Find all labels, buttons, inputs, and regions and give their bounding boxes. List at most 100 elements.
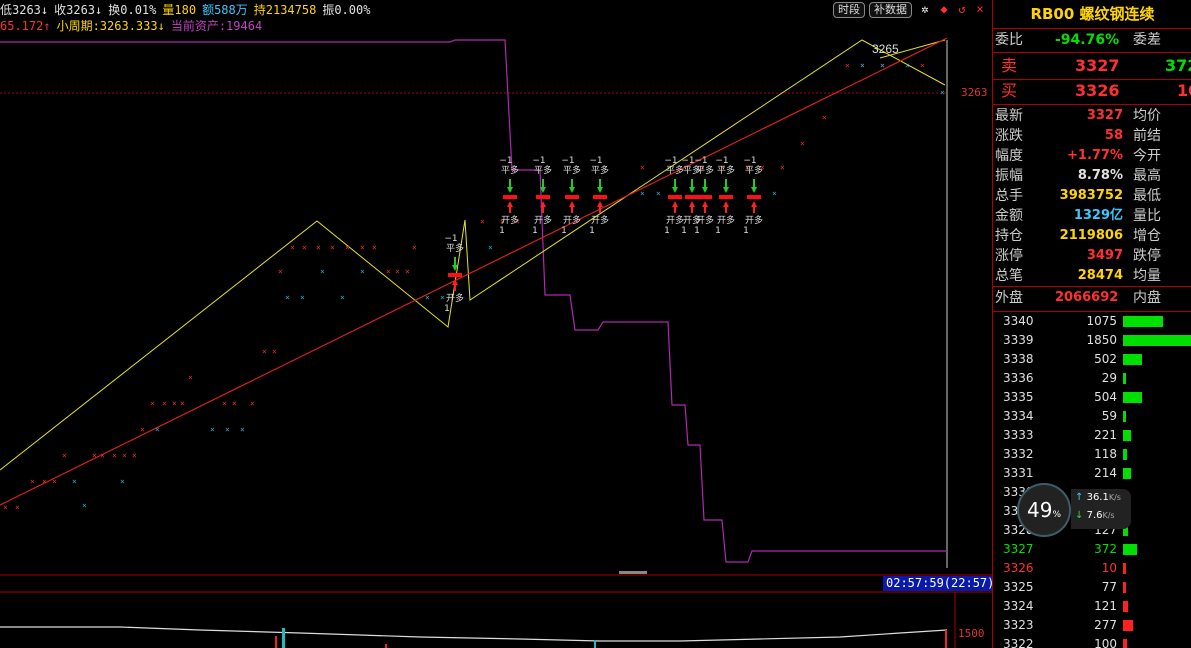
- restore-icon[interactable]: ↺: [955, 2, 969, 16]
- quote-label-2: 量比: [1133, 208, 1161, 224]
- ladder-row[interactable]: 3322 100: [993, 635, 1191, 648]
- flat-long-label: 平多: [446, 242, 464, 254]
- trade-marker[interactable]: [593, 195, 607, 199]
- sell-arrow-icon[interactable]: [689, 179, 695, 193]
- period-button[interactable]: 时段: [833, 2, 865, 18]
- trade-marker[interactable]: [685, 195, 699, 199]
- quote-label: 总笔: [995, 268, 1023, 284]
- price-mark: ×: [330, 243, 335, 252]
- sell-arrow-icon[interactable]: [507, 179, 513, 193]
- ladder-row[interactable]: 3336 29: [993, 369, 1191, 388]
- inner-label: 内盘: [1133, 290, 1161, 306]
- price-mark: ×: [302, 243, 307, 252]
- sell-arrow-icon[interactable]: [751, 179, 757, 193]
- ladder-price: 3324: [1003, 599, 1034, 613]
- sell-row[interactable]: 卖 3327 372: [993, 55, 1191, 77]
- price-mark: ×: [250, 399, 255, 408]
- supplement-data-button[interactable]: 补数据: [869, 2, 912, 18]
- price-mark: ×: [772, 189, 777, 198]
- trade-marker[interactable]: [503, 195, 517, 199]
- quote-label-2: 增仓: [1133, 228, 1161, 244]
- order-ratio-value: -94.76%: [1055, 32, 1120, 48]
- ladder-volume: 1075: [1086, 314, 1117, 328]
- sell-arrow-icon[interactable]: [702, 179, 708, 193]
- ladder-volume-bar: [1123, 335, 1191, 346]
- ladder-volume: 504: [1094, 390, 1117, 404]
- trade-marker[interactable]: [565, 195, 579, 199]
- network-monitor-widget[interactable]: 49% ↑ 36.1K/s ↓ 7.6K/s: [1017, 483, 1133, 537]
- sell-arrow-icon[interactable]: [597, 179, 603, 193]
- buy-row[interactable]: 买 3326 10: [993, 80, 1191, 102]
- scroll-marker[interactable]: [619, 571, 647, 574]
- header-field: 持2134758: [253, 3, 317, 17]
- trade-marker[interactable]: [536, 195, 550, 199]
- ladder-price: 3336: [1003, 371, 1034, 385]
- flat-long-label: 平多: [717, 164, 735, 176]
- ladder-row[interactable]: 3340 1075: [993, 312, 1191, 331]
- signal-quantity-label: −1: [715, 156, 728, 166]
- price-mark: ×: [162, 399, 167, 408]
- ladder-price: 3325: [1003, 580, 1034, 594]
- ladder-row[interactable]: 3332 118: [993, 445, 1191, 464]
- signal-quantity-label: −1: [694, 156, 707, 166]
- trade-marker[interactable]: [698, 195, 712, 199]
- ladder-row[interactable]: 3327 372: [993, 540, 1191, 559]
- settings-icon[interactable]: ✲: [918, 2, 932, 16]
- open-long-label: 开多: [501, 214, 519, 226]
- ladder-row[interactable]: 3338 502: [993, 350, 1191, 369]
- ladder-price: 3327: [1003, 542, 1034, 556]
- ladder-row[interactable]: 3326 10: [993, 559, 1191, 578]
- buy-arrow-icon[interactable]: [597, 201, 603, 213]
- ladder-row[interactable]: 3339 1850: [993, 331, 1191, 350]
- quote-label-2: 均量: [1133, 268, 1161, 284]
- quote-panel: RB00 螺纹钢连续 委比 -94.76% 委差 卖 3327 372 买 33…: [992, 0, 1191, 648]
- ladder-price: 3339: [1003, 333, 1034, 347]
- volume-bar: [282, 628, 285, 648]
- buy-label: 买: [1001, 81, 1018, 100]
- ladder-row[interactable]: 3325 77: [993, 578, 1191, 597]
- ladder-volume-bar: [1123, 411, 1126, 422]
- buy-arrow-icon[interactable]: [723, 201, 729, 213]
- upload-speed: ↑ 36.1K/s: [1071, 489, 1131, 507]
- ladder-price: 3332: [1003, 447, 1034, 461]
- sell-arrow-icon[interactable]: [723, 179, 729, 193]
- ladder-row[interactable]: 3333 221: [993, 426, 1191, 445]
- kline-chart-area[interactable]: × × × × × × × × × × × × × × × × × × × × × × × × × × × × × × × × × × × × × × × ×…: [0, 0, 992, 648]
- price-mark: ×: [405, 267, 410, 276]
- ladder-row[interactable]: 3323 277: [993, 616, 1191, 635]
- ladder-price: 3326: [1003, 561, 1034, 575]
- ladder-row[interactable]: 3334 59: [993, 407, 1191, 426]
- close-icon[interactable]: ×: [973, 2, 987, 16]
- trade-marker[interactable]: [719, 195, 733, 199]
- ladder-row[interactable]: 3331 214: [993, 464, 1191, 483]
- open-long-label: 开多: [745, 214, 763, 226]
- trade-marker[interactable]: [448, 273, 462, 277]
- buy-arrow-icon[interactable]: [672, 201, 678, 213]
- ladder-price: 3323: [1003, 618, 1034, 632]
- ladder-row[interactable]: 3324 121: [993, 597, 1191, 616]
- buy-arrow-icon[interactable]: [751, 201, 757, 213]
- price-mark: ×: [360, 267, 365, 276]
- price-mark: ×: [412, 243, 417, 252]
- buy-arrow-icon[interactable]: [452, 279, 458, 291]
- buy-arrow-icon[interactable]: [507, 201, 513, 213]
- price-mark: ×: [210, 425, 215, 434]
- sell-price: 3327: [1075, 56, 1120, 75]
- sell-arrow-icon[interactable]: [569, 179, 575, 193]
- download-unit: K/s: [1102, 511, 1115, 520]
- alert-diamond-icon[interactable]: ◆: [937, 2, 951, 16]
- quote-value: 3497: [1086, 248, 1123, 263]
- buy-arrow-icon[interactable]: [702, 201, 708, 213]
- signal-quantity-label: −1: [681, 156, 694, 166]
- quote-value: 3983752: [1059, 188, 1123, 203]
- trade-marker[interactable]: [747, 195, 761, 199]
- ladder-row[interactable]: 3335 504: [993, 388, 1191, 407]
- sell-arrow-icon[interactable]: [672, 179, 678, 193]
- trade-marker[interactable]: [668, 195, 682, 199]
- buy-arrow-icon[interactable]: [569, 201, 575, 213]
- ladder-volume: 77: [1101, 580, 1117, 594]
- ladder-price: 3338: [1003, 352, 1034, 366]
- buy-arrow-icon[interactable]: [689, 201, 695, 213]
- kline-chart-svg[interactable]: × × × × × × × × × × × × × × × × × × × × × × × × × × × × × × × × × × × × × × × ×…: [0, 0, 992, 648]
- ladder-volume: 10: [1101, 561, 1117, 575]
